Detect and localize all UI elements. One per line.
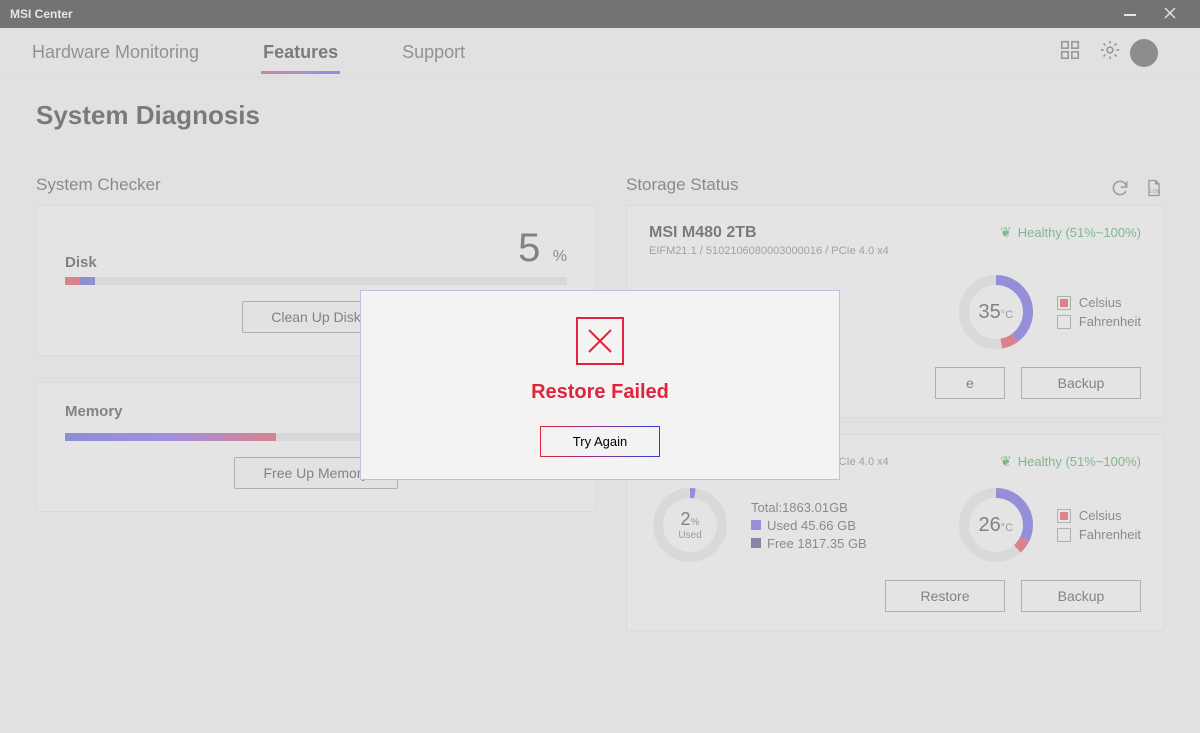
try-again-button[interactable]: Try Again xyxy=(540,426,660,457)
modal-title: Restore Failed xyxy=(531,381,669,404)
restore-failed-dialog: Restore Failed Try Again xyxy=(360,290,840,480)
modal-overlay: Restore Failed Try Again xyxy=(0,0,1200,733)
error-x-icon xyxy=(576,317,624,365)
